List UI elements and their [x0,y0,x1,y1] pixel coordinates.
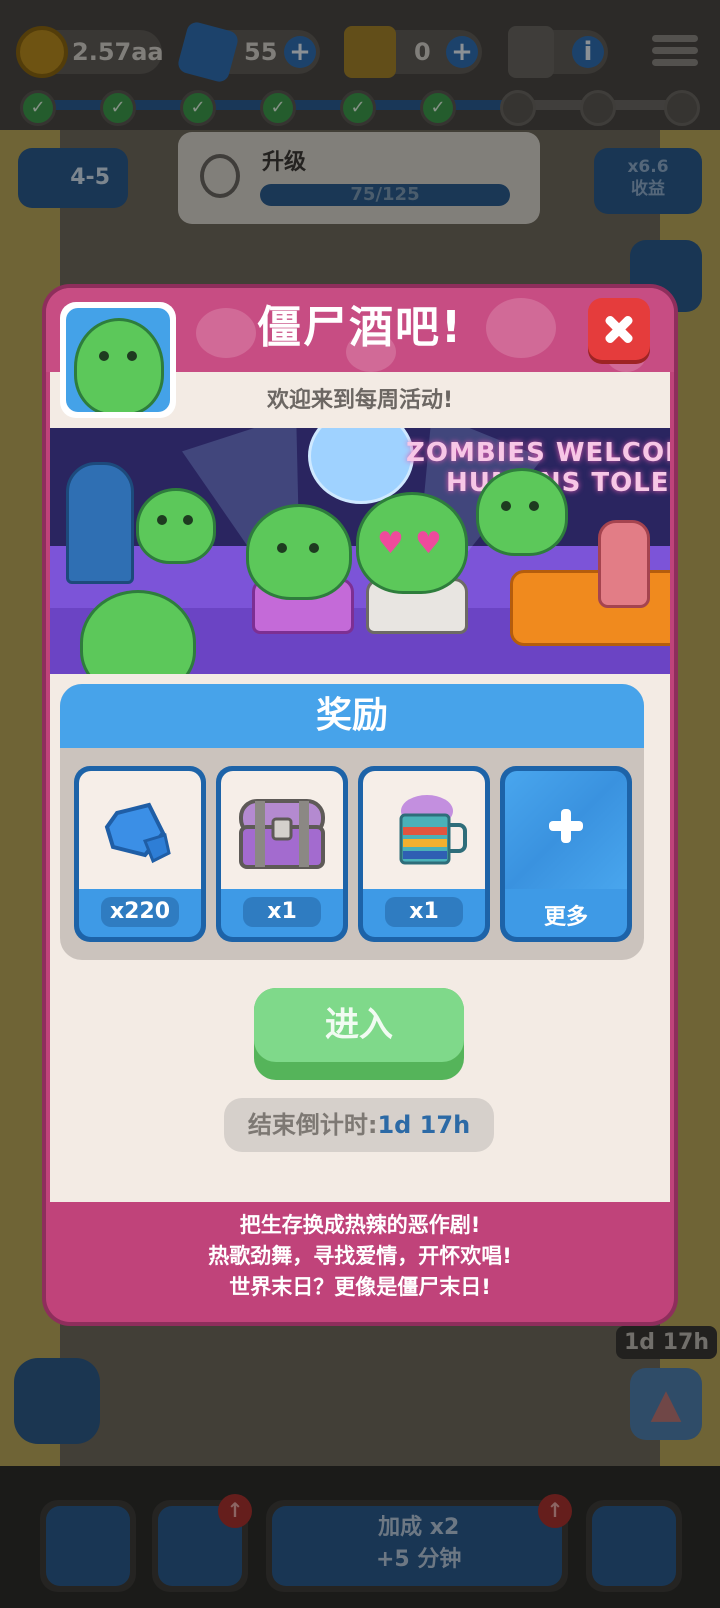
zombie-girl-icon [246,504,352,600]
rewards-panel: 奖励 x220 x1 x1 更多 [60,684,644,960]
zombie-bowtie-icon [74,318,164,412]
zombie-icon [136,488,216,564]
countdown-box: 结束倒计时:1d 17h [224,1098,494,1152]
description-line: 热歌劲舞，寻找爱情，开怀欢唱! [208,1244,512,1268]
zombie-heart-eyes-icon: ♥ ♥ [356,492,468,594]
jukebox-icon [66,462,134,584]
treasure-chest-icon [239,799,325,869]
reward-amount: x1 [385,897,463,927]
event-modal: 僵尸酒吧! 欢迎来到每周活动! ZOMBIES WELCOME HUMANS T… [46,288,674,1322]
bottle-icon [598,520,650,608]
enter-label: 进入 [254,988,464,1062]
event-description: 把生存换成热辣的恶作剧! 热歌劲舞，寻找爱情，开怀欢唱! 世界末日？更像是僵尸末… [46,1210,674,1303]
zombie-avatar [60,302,176,418]
countdown-value: 1d 17h [377,1111,471,1139]
zombie-icon [476,468,568,556]
reward-card-drink[interactable]: x1 [358,766,490,942]
plus-icon [549,809,583,843]
reward-card-gems[interactable]: x220 [74,766,206,942]
countdown-label: 结束倒计时: [247,1111,378,1139]
reward-amount: x220 [101,897,179,927]
close-button[interactable] [588,298,650,360]
reward-card-chest[interactable]: x1 [216,766,348,942]
more-label: 更多 [543,905,588,930]
enter-button[interactable]: 进入 [254,988,464,1080]
reward-amount: x1 [243,897,321,927]
reward-card-more[interactable]: 更多 [500,766,632,942]
description-line: 把生存换成热辣的恶作剧! [239,1213,481,1237]
beer-mug-icon [399,795,467,865]
event-banner-image: ZOMBIES WELCOME HUMANS TOLERA ♥ ♥ [50,428,670,674]
rewards-title: 奖励 [60,684,644,748]
description-line: 世界末日？更像是僵尸末日! [229,1275,491,1299]
gem-icon [104,802,171,864]
